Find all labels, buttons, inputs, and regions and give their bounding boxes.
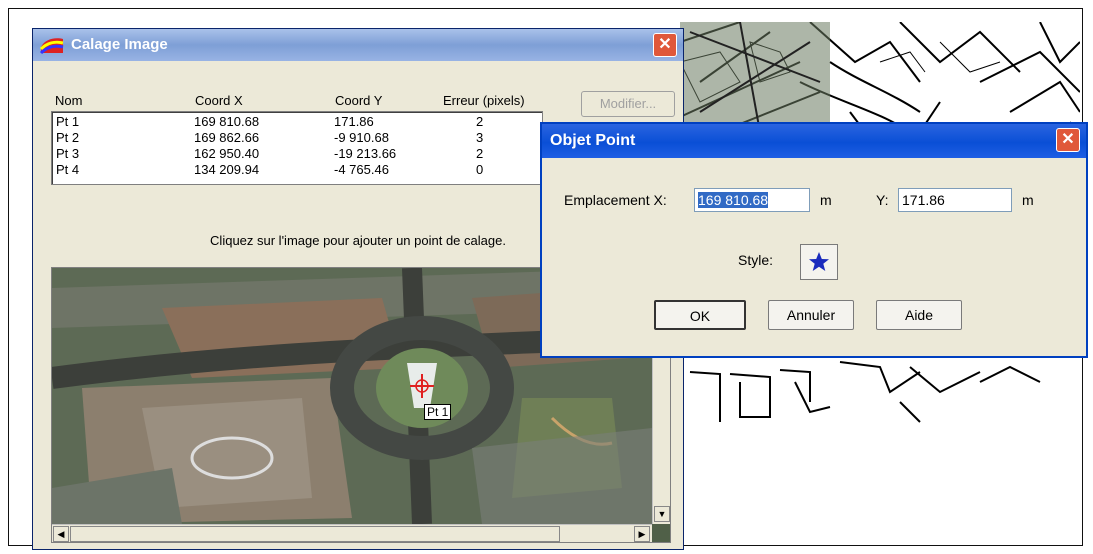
scroll-thumb[interactable] [70,526,560,542]
list-item[interactable]: Pt 2 169 862.66 -9 910.68 3 [52,130,542,146]
scroll-left-icon[interactable]: ◀ [53,526,69,542]
point-error: 0 [476,162,484,177]
calage-titlebar[interactable]: Calage Image ✕ [33,29,683,61]
list-item[interactable]: Pt 1 169 810.68 171.86 2 [52,114,542,130]
point-name: Pt 1 [56,114,80,129]
close-icon[interactable]: ✕ [653,33,677,57]
style-button[interactable] [800,244,838,280]
x-unit: m [820,192,832,208]
objet-point-titlebar[interactable]: Objet Point ✕ [542,124,1086,158]
point-y: -4 765.46 [334,162,389,177]
point-x: 169 862.66 [194,130,260,145]
point-error: 2 [476,146,484,161]
x-coordinate-field[interactable]: 169 810.68 [694,188,810,212]
y-value: 171.86 [902,192,945,208]
ok-button[interactable]: OK [654,300,746,330]
y-label: Y: [876,192,889,208]
style-label: Style: [738,252,774,268]
modify-button[interactable]: Modifier... [581,91,675,117]
point-name: Pt 3 [56,146,80,161]
col-coord-x: Coord X [195,93,243,108]
col-coord-y: Coord Y [335,93,383,108]
point-y: -19 213.66 [334,146,397,161]
cancel-button[interactable]: Annuler [768,300,854,330]
close-icon[interactable]: ✕ [1056,128,1080,152]
point-marker-label: Pt 1 [424,404,452,420]
list-item[interactable]: Pt 3 162 950.40 -19 213.66 2 [52,146,542,162]
calage-title: Calage Image [71,36,168,53]
objet-point-dialog: Objet Point ✕ Emplacement X: 169 810.68 … [540,122,1088,358]
dialog-title: Objet Point [550,132,636,149]
scroll-down-icon[interactable]: ▼ [654,506,670,522]
x-value: 169 810.68 [698,192,769,208]
blue-star-icon [809,252,829,271]
point-x: 169 810.68 [194,114,260,129]
point-x: 162 950.40 [194,146,260,161]
app-logo-icon [39,38,64,55]
col-nom: Nom [55,93,83,108]
point-y: -9 910.68 [334,130,389,145]
emplacement-x-label: Emplacement X: [564,192,667,208]
y-coordinate-field[interactable]: 171.86 [898,188,1012,212]
point-name: Pt 2 [56,130,80,145]
point-x: 134 209.94 [194,162,260,177]
point-error: 2 [476,114,484,129]
point-name: Pt 4 [56,162,80,177]
scroll-right-icon[interactable]: ▶ [634,526,650,542]
horizontal-scrollbar[interactable]: ◀ ▶ [52,524,652,542]
point-error: 3 [476,130,484,145]
help-button[interactable]: Aide [876,300,962,330]
y-unit: m [1022,192,1034,208]
list-item[interactable]: Pt 4 134 209.94 -4 765.46 0 [52,162,542,178]
point-y: 171.86 [334,114,374,129]
points-list[interactable]: Pt 1 169 810.68 171.86 2 Pt 2 169 862.66… [51,111,543,185]
col-erreur: Erreur (pixels) [443,93,525,108]
